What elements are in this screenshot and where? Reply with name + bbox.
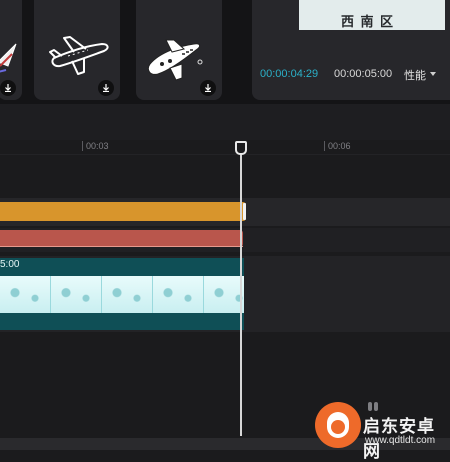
video-preview[interactable]: 西 南 区: [299, 0, 445, 30]
preview-text: 西 南 区: [341, 15, 395, 30]
current-time: 00:00:04:29: [260, 68, 319, 80]
player-panel: 西 南 区 00:00:04:29 00:00:05:00 性能: [252, 0, 450, 100]
sticker-card-airplane-cartoon[interactable]: [136, 0, 222, 100]
clip-trim-handle[interactable]: [243, 203, 246, 220]
timeline-toolbar: [0, 104, 450, 140]
clip-underline: [0, 246, 243, 247]
download-icon[interactable]: [98, 80, 114, 96]
video-clip-duration: 5:00: [0, 259, 20, 270]
playhead-line[interactable]: [240, 150, 242, 436]
download-icon[interactable]: [0, 80, 16, 96]
thumbnail-frame: [204, 276, 244, 313]
sticker-card-airplane-outline[interactable]: [34, 0, 120, 100]
orange-clip[interactable]: [0, 202, 246, 221]
timeline-ruler[interactable]: 00:03 00:06: [0, 140, 450, 155]
thumbnail-frame: [51, 276, 102, 313]
download-icon[interactable]: [200, 80, 216, 96]
top-area: 西 南 区 00:00:04:29 00:00:05:00 性能: [0, 0, 450, 104]
watermark-logo-icon: [315, 402, 361, 448]
sticker-card-paper-plane[interactable]: [0, 0, 22, 100]
watermark: 启东安卓网 www.qdtldt.com: [315, 402, 450, 462]
ruler-tick: 00:06: [324, 141, 351, 151]
red-clip[interactable]: [0, 230, 243, 247]
thumbnail-frame: [153, 276, 204, 313]
thumbnail-frame: [0, 276, 51, 313]
ruler-tick: 00:03: [82, 141, 109, 151]
performance-dropdown[interactable]: 性能: [404, 67, 426, 83]
thumbnail-frame: [102, 276, 153, 313]
watermark-url: www.qdtldt.com: [365, 435, 436, 446]
caret-down-icon[interactable]: [430, 72, 436, 76]
video-clip-thumbnails: [0, 276, 244, 313]
total-time: 00:00:05:00: [334, 68, 393, 80]
playhead-icon[interactable]: [235, 141, 247, 155]
